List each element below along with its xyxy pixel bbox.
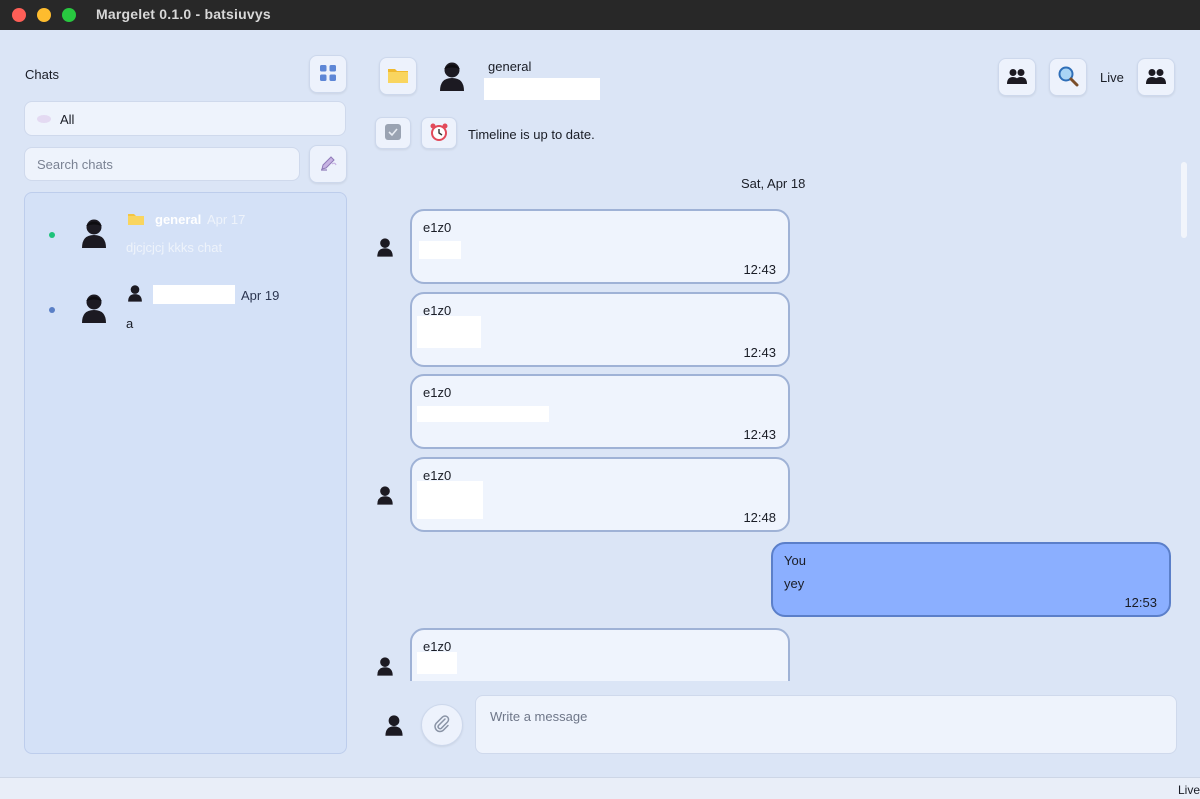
apps-grid-button[interactable] bbox=[309, 55, 347, 93]
own-message-bubble[interactable]: You yey 12:53 bbox=[771, 542, 1171, 617]
message-sender: e1z0 bbox=[423, 220, 452, 235]
close-window-button[interactable] bbox=[12, 8, 26, 22]
search-messages-button[interactable] bbox=[1049, 58, 1087, 96]
reminder-button[interactable] bbox=[421, 117, 457, 149]
online-status-dot bbox=[49, 232, 55, 238]
search-chats-input[interactable] bbox=[24, 147, 300, 181]
title-bar: Margelet 0.1.0 - batsiuvys bbox=[0, 0, 1200, 30]
date-separator: Sat, Apr 18 bbox=[741, 176, 806, 191]
cloud-icon bbox=[37, 115, 51, 123]
people-icon bbox=[1006, 68, 1028, 87]
message-time: 12:43 bbox=[743, 427, 776, 442]
avatar bbox=[80, 218, 108, 248]
chat-filter-label: All bbox=[60, 112, 75, 127]
message-time: 12:43 bbox=[743, 262, 776, 277]
attach-file-button[interactable] bbox=[421, 704, 463, 746]
sender-avatar bbox=[376, 656, 394, 676]
participants-button[interactable] bbox=[1137, 58, 1175, 96]
maximize-window-button[interactable] bbox=[62, 8, 76, 22]
user-icon bbox=[127, 284, 143, 302]
chat-list: general Apr 17 djcjcjcj kkks chat Apr 19… bbox=[24, 192, 347, 754]
chats-heading: Chats bbox=[25, 67, 59, 82]
message-bubble[interactable]: e1z0 bbox=[410, 628, 790, 681]
chat-preview: djcjcjcj kkks chat bbox=[126, 240, 223, 255]
chat-preview: a bbox=[126, 316, 134, 331]
paperclip-icon bbox=[432, 714, 452, 737]
message-time: 12:43 bbox=[743, 345, 776, 360]
folder-icon bbox=[387, 66, 409, 87]
folder-icon bbox=[127, 211, 145, 226]
redacted-message-text bbox=[417, 406, 549, 422]
redacted-chat-subtitle bbox=[484, 78, 600, 100]
redacted-message-text bbox=[417, 652, 457, 674]
alarm-clock-icon bbox=[429, 122, 449, 145]
sender-avatar bbox=[376, 237, 394, 257]
my-avatar bbox=[384, 714, 404, 736]
message-list: e1z0 12:43 e1z0 12:43 e1z0 12:43 e1z0 12… bbox=[360, 195, 1185, 681]
checkbox-icon bbox=[384, 123, 402, 144]
status-bar: Live bbox=[0, 777, 1200, 799]
chat-list-item-general[interactable]: general Apr 17 djcjcjcj kkks chat bbox=[25, 205, 346, 275]
message-sender: You bbox=[784, 553, 806, 568]
select-messages-button[interactable] bbox=[375, 117, 411, 149]
window-title: Margelet 0.1.0 - batsiuvys bbox=[96, 6, 271, 22]
sender-avatar bbox=[376, 485, 394, 505]
chat-avatar bbox=[438, 60, 466, 92]
grid-icon bbox=[319, 64, 337, 85]
chat-filter-all[interactable]: All bbox=[24, 101, 346, 136]
people-icon bbox=[1145, 68, 1167, 87]
timeline-status: Timeline is up to date. bbox=[468, 127, 595, 142]
avatar bbox=[80, 293, 108, 323]
message-bubble[interactable]: e1z0 12:43 bbox=[410, 292, 790, 367]
message-text: yey bbox=[784, 576, 805, 591]
search-icon bbox=[1057, 65, 1079, 90]
chat-name: general bbox=[155, 212, 202, 227]
redacted-message-text bbox=[417, 316, 481, 348]
live-status-label: Live bbox=[1100, 70, 1124, 85]
message-bubble[interactable]: e1z0 12:43 bbox=[410, 374, 790, 449]
message-time: 12:53 bbox=[1124, 595, 1157, 610]
chat-date: Apr 17 bbox=[207, 212, 246, 227]
chat-title: general bbox=[488, 59, 532, 74]
chat-date: Apr 19 bbox=[241, 288, 280, 303]
message-bubble[interactable]: e1z0 12:48 bbox=[410, 457, 790, 532]
redacted-message-text bbox=[417, 481, 483, 519]
status-dot bbox=[49, 307, 55, 313]
compose-button[interactable] bbox=[309, 145, 347, 183]
minimize-window-button[interactable] bbox=[37, 8, 51, 22]
app-window: Margelet 0.1.0 - batsiuvys Chats All Sea… bbox=[0, 0, 1200, 799]
message-sender: e1z0 bbox=[423, 385, 452, 400]
pen-icon bbox=[318, 153, 338, 176]
message-time: 12:48 bbox=[743, 510, 776, 525]
redacted-message-text bbox=[419, 241, 461, 259]
message-input[interactable] bbox=[475, 695, 1177, 754]
status-bar-text: Live bbox=[1178, 783, 1200, 797]
members-button[interactable] bbox=[998, 58, 1036, 96]
chat-folder-button[interactable] bbox=[379, 57, 417, 95]
redacted-chat-name bbox=[153, 285, 235, 304]
chat-list-item[interactable]: Apr 19 a bbox=[25, 281, 346, 351]
message-bubble[interactable]: e1z0 12:43 bbox=[410, 209, 790, 284]
